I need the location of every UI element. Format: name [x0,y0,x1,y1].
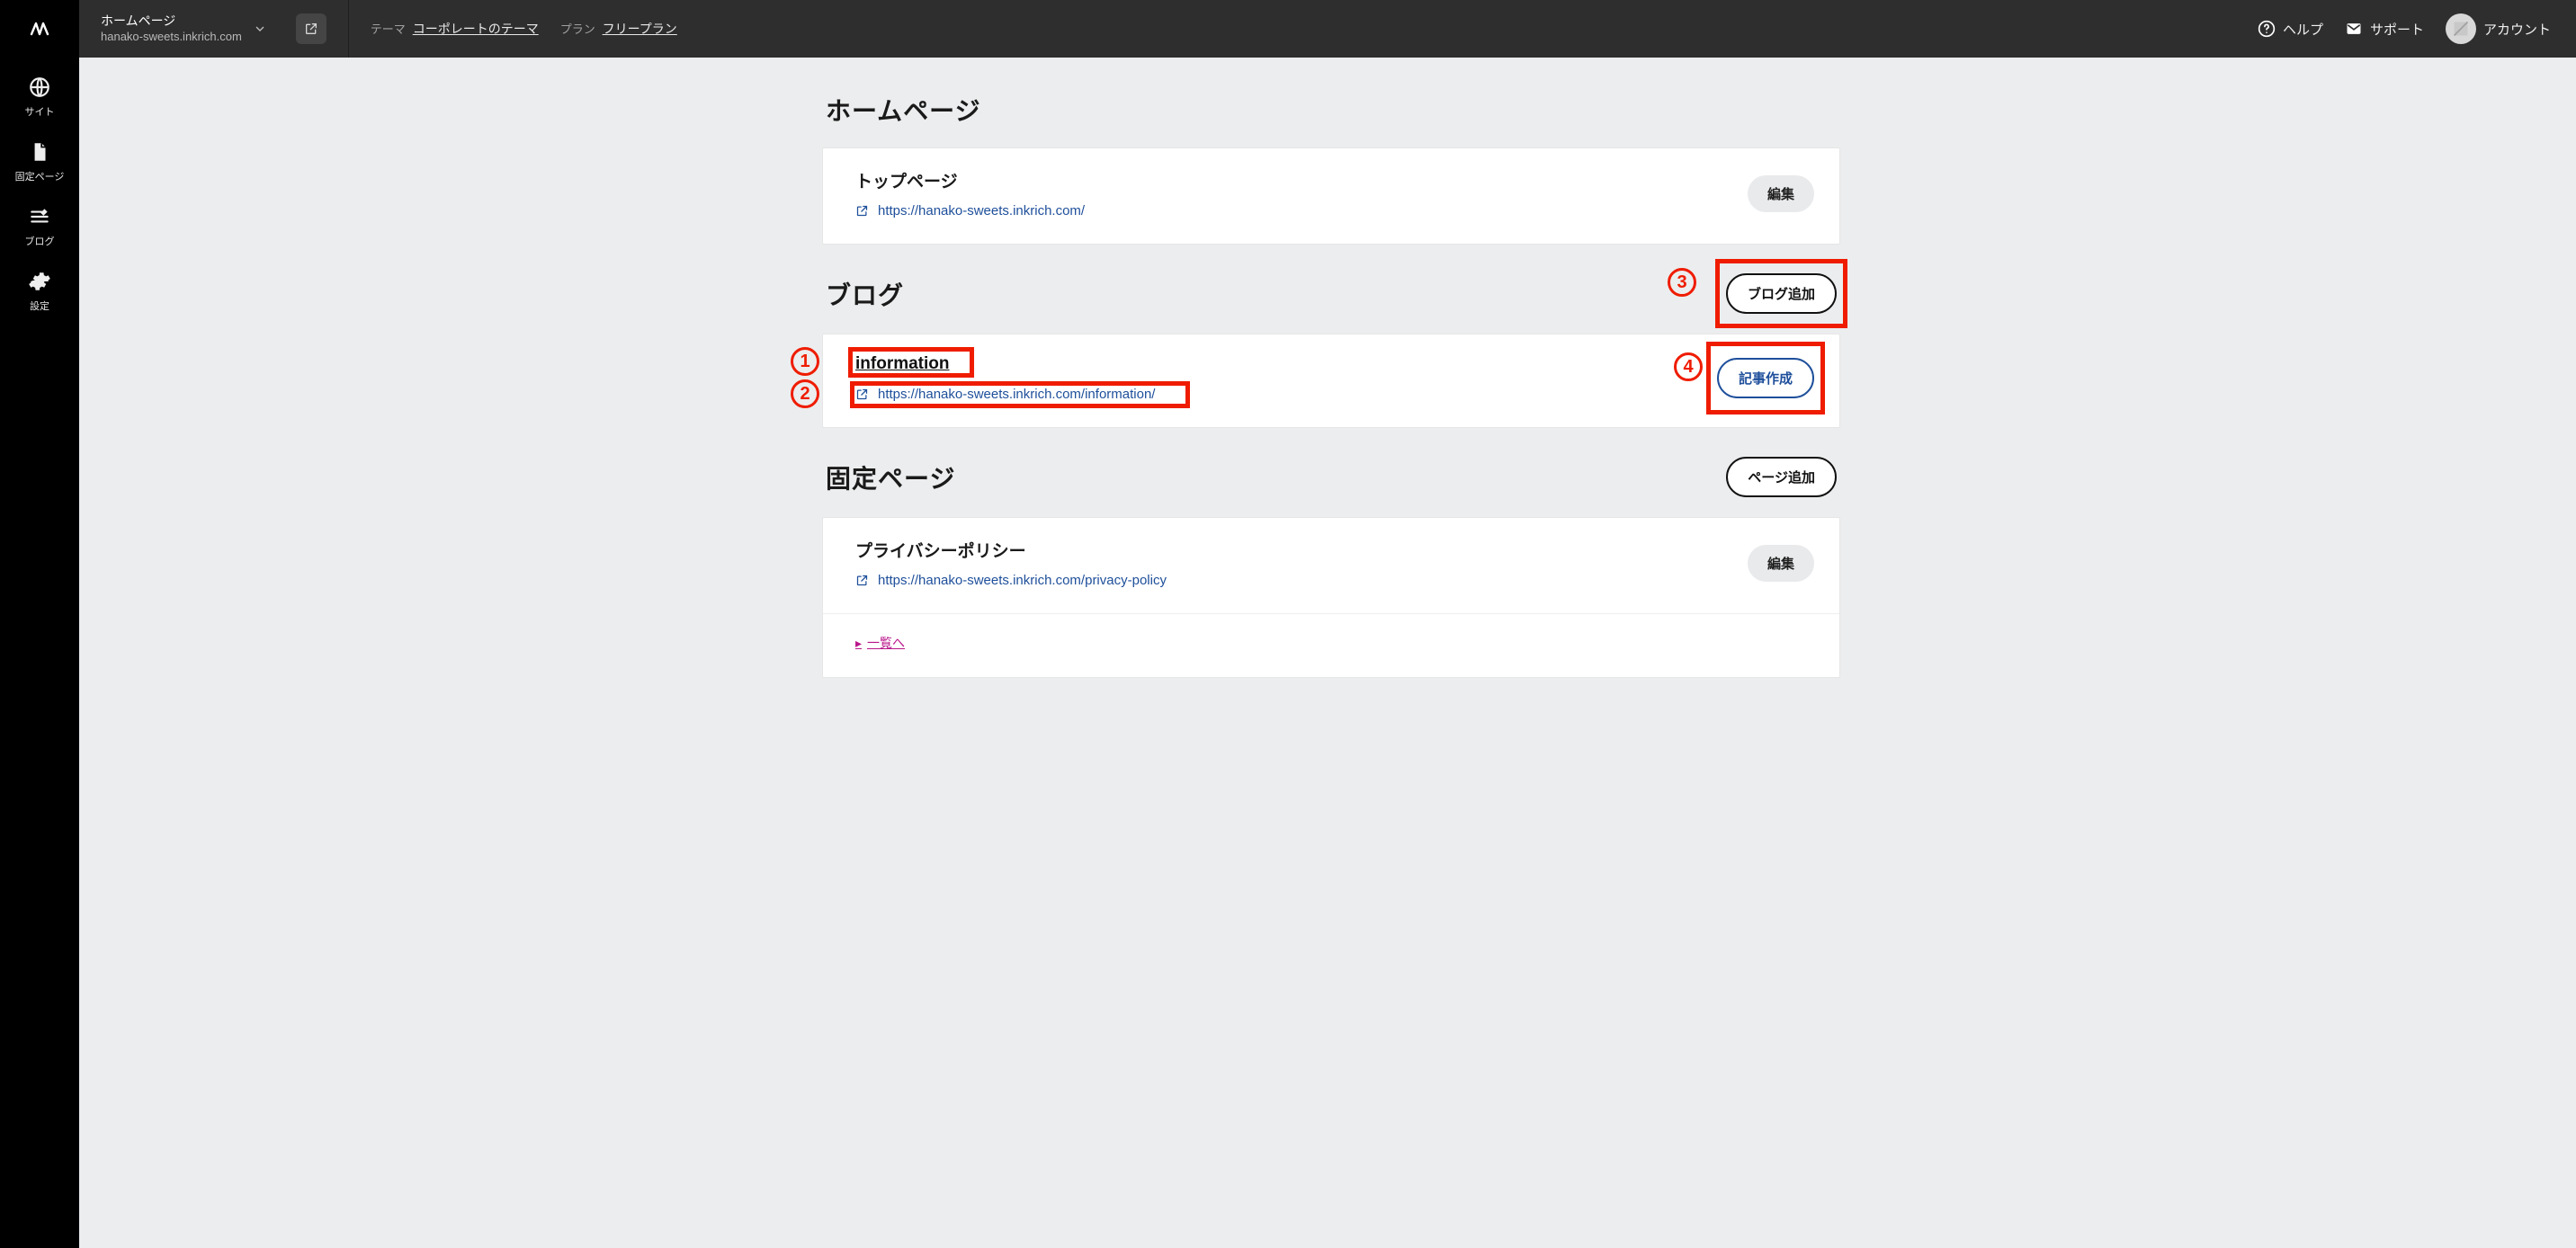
account-link[interactable]: アカウント [2446,13,2551,44]
caret-right-icon: ▸ [855,636,862,651]
card-url: https://hanako-sweets.inkrich.com/inform… [855,387,1155,402]
open-external-icon [855,574,869,587]
create-post-wrap: 記事作成 [1717,358,1814,398]
section-blog: ブログ ブログ追加 3 information [822,261,1840,428]
site-selector[interactable]: ホームページ hanako-sweets.inkrich.com [79,0,349,58]
site-domain: hanako-sweets.inkrich.com [101,30,242,45]
blog-info-title-link[interactable]: information [855,354,950,373]
card-privacy: プライバシーポリシー https://hanako-sweets.inkrich… [822,517,1840,678]
card-row: プライバシーポリシー https://hanako-sweets.inkrich… [823,518,1839,613]
card-left: プライバシーポリシー https://hanako-sweets.inkrich… [855,538,1167,588]
card-url-link[interactable]: https://hanako-sweets.inkrich.com/ [878,203,1085,218]
add-page-button[interactable]: ページ追加 [1726,457,1837,497]
sidebar-item-site[interactable]: サイト [0,65,79,129]
support-link[interactable]: サポート [2345,20,2424,39]
add-blog-wrap: ブログ追加 [1726,273,1837,314]
document-icon [28,140,51,164]
card-blog-information: information https://hanako-sweets.inkric… [822,334,1840,428]
gear-icon [28,270,51,293]
add-blog-button[interactable]: ブログ追加 [1726,273,1837,314]
help-icon [2258,20,2276,38]
mail-icon [2345,20,2363,38]
card-url: https://hanako-sweets.inkrich.com/privac… [855,573,1167,588]
list-link-row: ▸ 一覧へ [823,613,1839,677]
section-title: ブログ [826,276,904,312]
theme-link[interactable]: コーポレートのテーマ [413,22,539,36]
sidebar-item-label: 固定ページ [15,169,65,183]
site-selector-texts: ホームページ hanako-sweets.inkrich.com [101,13,242,44]
account-label: アカウント [2483,20,2551,39]
open-external-icon [304,22,318,36]
sidebar-item-label: サイト [25,104,55,119]
main: ホームページ トップページ https://hanako-sweets.inkr… [79,58,2576,1248]
card-title: プライバシーポリシー [855,538,1167,562]
card-left: トップページ https://hanako-sweets.inkrich.com… [855,168,1085,218]
avatar-icon [2446,13,2476,44]
edit-button[interactable]: 編集 [1748,545,1814,582]
sidebar-item-settings[interactable]: 設定 [0,259,79,324]
content: ホームページ トップページ https://hanako-sweets.inkr… [815,79,1840,678]
plan-link[interactable]: フリープラン [603,22,677,36]
card-row: information https://hanako-sweets.inkric… [823,334,1839,427]
globe-icon [28,76,51,99]
sidebar-item-label: ブログ [25,234,55,248]
help-label: ヘルプ [2283,20,2323,39]
list-all-link[interactable]: ▸ 一覧へ [855,634,905,652]
card-title: トップページ [855,168,1085,192]
card-row: トップページ https://hanako-sweets.inkrich.com… [823,148,1839,244]
support-label: サポート [2370,20,2424,39]
sidebar-item-fixed-pages[interactable]: 固定ページ [0,129,79,194]
annotation-1: 1 [791,347,819,376]
section-title: 固定ページ [826,459,955,495]
topbar: ホームページ hanako-sweets.inkrich.com テーマ コーポ… [0,0,2576,58]
list-all-label: 一覧へ [867,634,905,652]
section-fixed-header: 固定ページ ページ追加 [822,444,1840,517]
open-external-button[interactable] [296,13,326,44]
logo-cell[interactable] [0,0,79,58]
card-url-link[interactable]: https://hanako-sweets.inkrich.com/privac… [878,573,1167,588]
plan-label: プラン [560,22,595,36]
card-url-link[interactable]: https://hanako-sweets.inkrich.com/inform… [878,387,1155,402]
card-left: information https://hanako-sweets.inkric… [855,354,1155,402]
topbar-right: ヘルプ サポート アカウント [2232,0,2576,58]
sidebar: サイト 固定ページ ブログ 設定 [0,58,79,1248]
annotation-2: 2 [791,379,819,408]
help-link[interactable]: ヘルプ [2258,20,2323,39]
topbar-meta: テーマ コーポレートのテーマ プラン フリープラン [349,0,699,58]
brand-logo-icon [22,11,58,47]
edit-button[interactable]: 編集 [1748,175,1814,212]
chevron-down-icon [253,22,267,36]
section-title: ホームページ [826,92,981,128]
site-title: ホームページ [101,13,242,29]
plan-block: プラン フリープラン [560,20,677,38]
card-url: https://hanako-sweets.inkrich.com/ [855,203,1085,218]
open-external-icon [855,204,869,218]
open-external-icon [855,388,869,401]
theme-label: テーマ [371,22,406,36]
card-top-page: トップページ https://hanako-sweets.inkrich.com… [822,147,1840,245]
section-blog-header: ブログ ブログ追加 [822,261,1840,334]
section-homepage-header: ホームページ [822,79,1840,147]
create-post-button[interactable]: 記事作成 [1717,358,1814,398]
shell: サイト 固定ページ ブログ 設定 ホームページ [0,58,2576,1248]
sidebar-item-blog[interactable]: ブログ [0,194,79,259]
sidebar-item-label: 設定 [30,299,49,313]
theme-block: テーマ コーポレートのテーマ [371,20,539,38]
edit-lines-icon [28,205,51,228]
